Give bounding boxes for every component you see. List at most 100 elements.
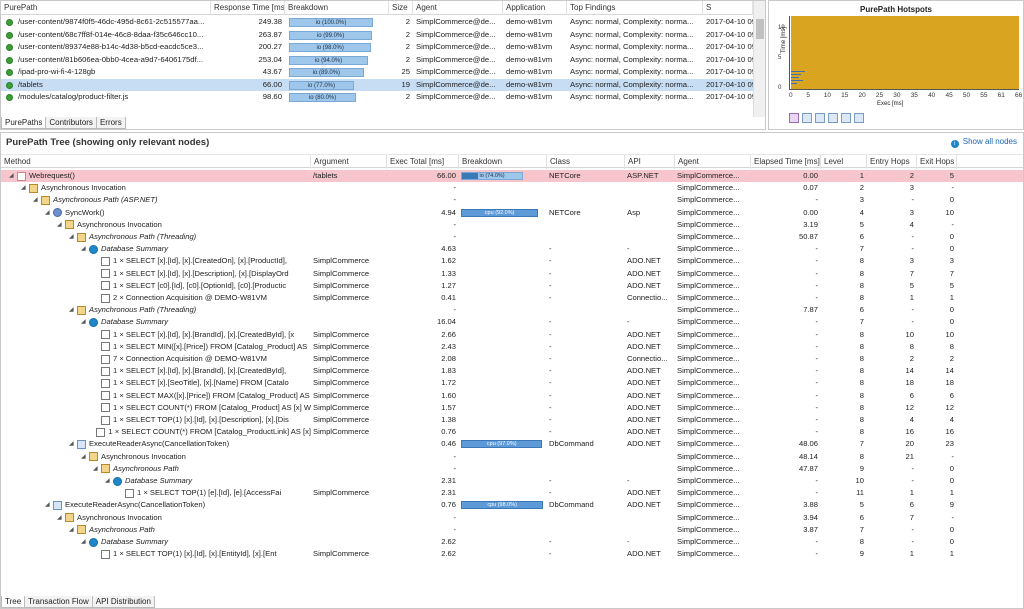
tree-row[interactable]: 7 × Connection Acquisition @ DEMO-W81VM S… (1, 353, 1023, 365)
expand-toggle-icon[interactable]: ◢ (21, 182, 29, 194)
tab-purepaths[interactable]: PurePaths (1, 117, 47, 129)
scroll-thumb[interactable] (756, 19, 764, 39)
layout-icon[interactable] (828, 113, 838, 123)
expand-toggle-icon[interactable]: ◢ (105, 475, 113, 487)
expand-toggle-icon[interactable]: ◢ (69, 231, 77, 243)
tree-row[interactable]: 1 × SELECT TOP(1) [x].[Id], [x].[EntityI… (1, 548, 1023, 560)
col-agent[interactable]: Agent (413, 1, 503, 15)
tree-row[interactable]: ◢ Asynchronous Invocation - SimplCommerce..… (1, 182, 1023, 194)
col-breakdown[interactable]: Breakdown (459, 155, 547, 169)
show-all-nodes-link[interactable]: i Show all nodes (950, 137, 1017, 148)
tab-transaction-flow[interactable]: Transaction Flow (24, 596, 93, 608)
expand-toggle-icon[interactable]: ◢ (69, 304, 77, 316)
tree-row[interactable]: 1 × SELECT COUNT(*) FROM [Catalog_Produc… (1, 426, 1023, 438)
tab-contributors[interactable]: Contributors (45, 117, 97, 129)
tree-row[interactable]: ◢ ExecuteReaderAsync(CancellationToken) 0.… (1, 499, 1023, 511)
expand-toggle-icon[interactable]: ◢ (81, 243, 89, 255)
breakdown-bar: cpu (97.0%) (461, 440, 543, 449)
col-purepath[interactable]: PurePath (1, 1, 211, 15)
tree-row[interactable]: ◢ Asynchronous Path - SimplCommerce... 47.87… (1, 463, 1023, 475)
tree-row[interactable]: ◢ Asynchronous Invocation - SimplCommerce..… (1, 451, 1023, 463)
col-agent[interactable]: Agent (675, 155, 751, 169)
tree-row[interactable]: 1 × SELECT [c0].[Id], [c0].[OptionId], [… (1, 280, 1023, 292)
group-icon[interactable] (815, 113, 825, 123)
expand-toggle-icon[interactable]: ◢ (81, 536, 89, 548)
tree-row[interactable]: ◢ Webrequest() /tablets 66.00 NETCore ASP.NET… (1, 170, 1023, 182)
purepaths-scrollbar[interactable] (753, 1, 765, 117)
tree-row[interactable]: 1 × SELECT TOP(1) [x].[Id], [x].[Descrip… (1, 414, 1023, 426)
table-row[interactable]: /user-content/89374e88-b14c-4d38-b5cd-ea… (1, 41, 753, 54)
tree-row[interactable]: ◢ Asynchronous Path (ASP.NET) - SimplCommer… (1, 194, 1023, 206)
tree-row[interactable]: ◢ Asynchronous Path (Threading) - SimplComm… (1, 304, 1023, 316)
expand-toggle-icon[interactable]: ◢ (81, 451, 89, 463)
col-size[interactable]: Size (389, 1, 413, 15)
bar-chart-icon[interactable] (802, 113, 812, 123)
expand-toggle-icon[interactable]: ◢ (9, 170, 17, 182)
table-row[interactable]: /ipad-pro-wi-fi-4-128gb 43.67 25 SimplComme… (1, 66, 753, 79)
col-class[interactable]: Class (547, 155, 625, 169)
col-entry-hops[interactable]: Entry Hops (867, 155, 917, 169)
col-level[interactable]: Level (821, 155, 867, 169)
cell-api: ADO.NET (627, 427, 661, 437)
tree-row[interactable]: 1 × SELECT [x].[SeoTitle], [x].[Name] FR… (1, 377, 1023, 389)
tree-row[interactable]: ◢ Database Summary 2.31 - - SimplCommerce... -… (1, 475, 1023, 487)
cell-agent: SimplCommerce... (677, 280, 740, 290)
expand-toggle-icon[interactable]: ◢ (81, 316, 89, 328)
tree-row[interactable]: 1 × SELECT TOP(1) [e].[Id], [e].[AccessF… (1, 487, 1023, 499)
tree-row[interactable]: ◢ ExecuteReaderAsync(CancellationToken) 0.… (1, 438, 1023, 450)
col-method[interactable]: Method (1, 155, 311, 169)
table-row[interactable]: /user-content/68c7ff8f-014e-46c8-8daa-f3… (1, 29, 753, 42)
tree-row[interactable]: 1 × SELECT MAX([x].[Price]) FROM [Catalo… (1, 390, 1023, 402)
col-response-time[interactable]: Response Time [ms] (211, 1, 285, 15)
refresh-icon[interactable] (841, 113, 851, 123)
col-top-findings[interactable]: Top Findings (567, 1, 703, 15)
tree-row[interactable]: ◢ Database Summary 4.63 - - SimplCommerce... -… (1, 243, 1023, 255)
tree-row[interactable]: ◢ Asynchronous Path - SimplCommerce... 3.87 7… (1, 524, 1023, 536)
export-icon[interactable] (854, 113, 864, 123)
tree-row[interactable]: 1 × SELECT MIN([x].[Price]) FROM [Catalo… (1, 341, 1023, 353)
tree-row[interactable]: 1 × SELECT [x].[Id], [x].[Description], … (1, 268, 1023, 280)
chart-type-icon[interactable] (789, 113, 799, 123)
col-exec-total[interactable]: Exec Total [ms] (387, 155, 459, 169)
tab-api-distribution[interactable]: API Distribution (91, 596, 155, 608)
tab-tree[interactable]: Tree (1, 596, 26, 608)
tree-row[interactable]: 1 × SELECT [x].[Id], [x].[BrandId], [x].… (1, 329, 1023, 341)
tree-row[interactable]: ◢ Asynchronous Invocation - SimplCommerce..… (1, 512, 1023, 524)
col-api[interactable]: API (625, 155, 675, 169)
method-cell: 1 × SELECT [x].[SeoTitle], [x].[Name] FR… (1, 377, 311, 389)
col-breakdown[interactable]: Breakdown (285, 1, 389, 15)
table-row[interactable]: /tablets 66.00 19 SimplCommerce@de... demo-w… (1, 78, 753, 91)
tab-errors[interactable]: Errors (95, 117, 126, 129)
col-elapsed[interactable]: Elapsed Time [ms] (751, 155, 821, 169)
tree-row[interactable]: 1 × SELECT [x].[Id], [x].[CreatedOn], [x… (1, 255, 1023, 267)
table-row[interactable]: /user-content/9874f0f5-46dc-495d-8c61-2c… (1, 16, 753, 29)
col-application[interactable]: Application (503, 1, 567, 15)
expand-toggle-icon[interactable]: ◢ (69, 524, 77, 536)
cell-arg (311, 499, 387, 511)
expand-toggle-icon[interactable]: ◢ (45, 207, 53, 219)
col-argument[interactable]: Argument (311, 155, 387, 169)
table-row[interactable]: /user-content/81b606ea-0bb0-4cea-a9d7-64… (1, 54, 753, 67)
cell-cls: - (549, 427, 552, 437)
tree-row[interactable]: ◢ Database Summary 16.04 - - SimplCommerce...… (1, 316, 1023, 328)
expand-toggle-icon[interactable]: ◢ (57, 512, 65, 524)
tree-row[interactable]: 2 × Connection Acquisition @ DEMO-W81VM S… (1, 292, 1023, 304)
col-exit-hops[interactable]: Exit Hops (917, 155, 957, 169)
expand-toggle-icon[interactable]: ◢ (93, 463, 101, 475)
col-s[interactable]: S (703, 1, 753, 15)
tree-row[interactable]: ◢ Asynchronous Invocation - SimplCommerce..… (1, 219, 1023, 231)
tree-row[interactable]: ◢ SyncWork() 4.94 NETCore Asp SimplCommerce..… (1, 207, 1023, 219)
tree-row[interactable]: ◢ Database Summary 2.62 - - SimplCommerce... -… (1, 536, 1023, 548)
hotspot-area[interactable] (791, 16, 1019, 89)
tree-row[interactable]: ◢ Asynchronous Path (Threading) - SimplComm… (1, 231, 1023, 243)
expand-toggle-icon[interactable]: ◢ (57, 219, 65, 231)
async-icon (29, 183, 38, 193)
expand-toggle-icon[interactable]: ◢ (33, 194, 41, 206)
table-row[interactable]: /modules/catalog/product-filter.js 98.60 2… (1, 91, 753, 104)
cell-eh: 10 (905, 329, 914, 339)
expand-toggle-icon[interactable]: ◢ (69, 438, 77, 450)
cell-cls: - (549, 476, 552, 485)
expand-toggle-icon[interactable]: ◢ (45, 499, 53, 511)
tree-row[interactable]: 1 × SELECT COUNT(*) FROM [Catalog_Produc… (1, 402, 1023, 414)
tree-row[interactable]: 1 × SELECT [x].[Id], [x].[BrandId], [x].… (1, 365, 1023, 377)
